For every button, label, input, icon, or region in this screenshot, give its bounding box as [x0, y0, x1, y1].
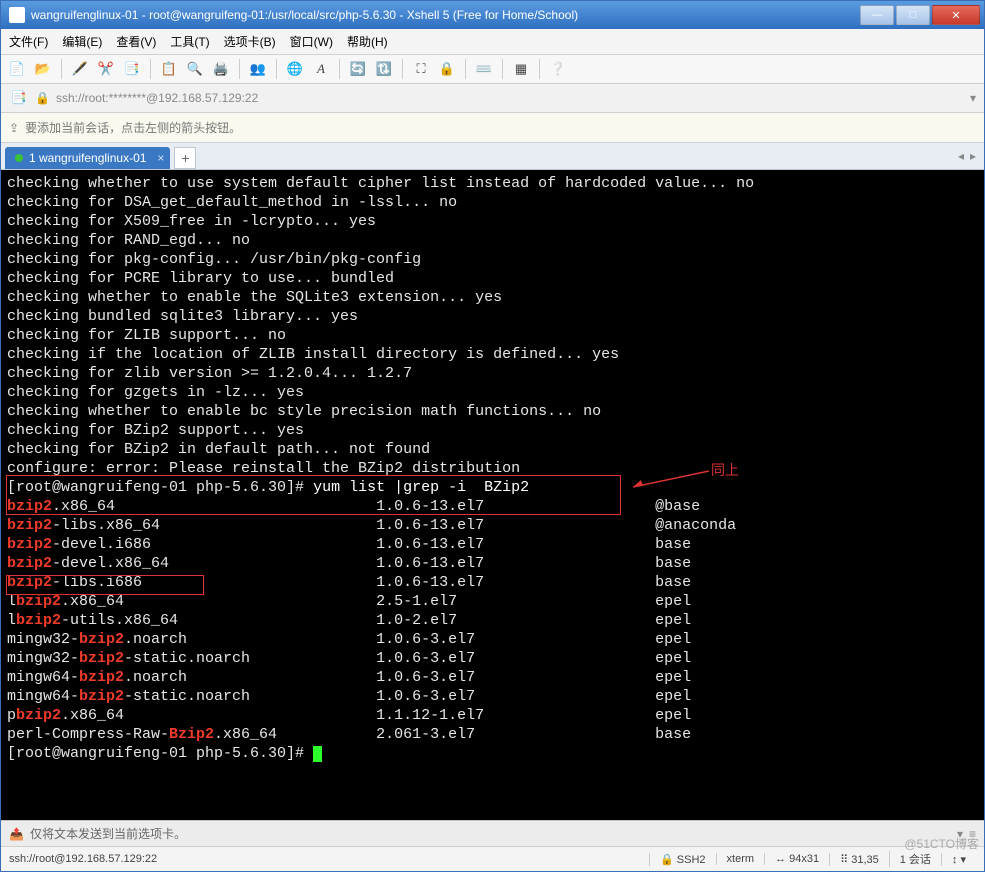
session-tab[interactable]: 1 wangruifenglinux-01 ×: [5, 147, 170, 169]
menu-window[interactable]: 窗口(W): [290, 33, 333, 50]
status-updown-icon[interactable]: ↕ ▾: [941, 853, 976, 866]
annotation-box-2: [6, 575, 204, 595]
menu-help[interactable]: 帮助(H): [347, 33, 388, 50]
session-icon[interactable]: 📑: [9, 88, 29, 108]
menu-file[interactable]: 文件(F): [9, 33, 48, 50]
address-bar: 📑 🔒 ssh://root:********@192.168.57.129:2…: [1, 84, 984, 113]
layout-icon[interactable]: ▦: [511, 59, 531, 79]
reconnect-icon[interactable]: 🖋️: [70, 59, 90, 79]
tab-prev-icon[interactable]: ◂: [958, 149, 964, 163]
send-text: 仅将文本发送到当前选项卡。: [30, 825, 186, 842]
annotation-arrow: [631, 469, 711, 489]
tab-add-button[interactable]: +: [174, 147, 196, 169]
send-bar: 📤 仅将文本发送到当前选项卡。 ▾ ≡: [1, 820, 984, 846]
new-icon[interactable]: 📄: [7, 59, 27, 79]
open-icon[interactable]: 📂: [33, 59, 53, 79]
annotation-label: 同上: [711, 462, 739, 481]
tab-label: 1 wangruifenglinux-01: [29, 151, 146, 165]
font-icon[interactable]: A: [311, 59, 331, 79]
fullscreen-icon[interactable]: ⛶: [411, 59, 431, 79]
status-dot-icon: [15, 154, 23, 162]
sync-icon[interactable]: 🔃: [374, 59, 394, 79]
terminal-output[interactable]: checking whether to use system default c…: [1, 170, 984, 820]
hint-bar: ⇪ 要添加当前会话，点击左侧的箭头按钮。: [1, 113, 984, 143]
titlebar[interactable]: wangruifenglinux-01 - root@wangruifeng-0…: [1, 1, 984, 29]
watermark: @51CTO博客: [904, 835, 979, 852]
annotation-box-1: [6, 475, 621, 515]
properties-icon[interactable]: 📑: [122, 59, 142, 79]
tabs-row: 1 wangruifenglinux-01 × + ◂ ▸: [1, 143, 984, 170]
status-sessions: 1 会话: [889, 851, 941, 867]
maximize-button[interactable]: □: [896, 5, 930, 25]
status-size: ↔ 94x31: [764, 853, 829, 865]
address-text[interactable]: ssh://root:********@192.168.57.129:22: [56, 91, 258, 105]
hint-text: 要添加当前会话，点击左侧的箭头按钮。: [25, 119, 241, 136]
menu-tools[interactable]: 工具(T): [170, 33, 209, 50]
menu-edit[interactable]: 编辑(E): [62, 33, 102, 50]
keyboard-icon[interactable]: ⌨️: [474, 59, 494, 79]
menu-view[interactable]: 查看(V): [116, 33, 156, 50]
lock-small-icon: 🔒: [35, 91, 50, 105]
menu-tabs[interactable]: 选项卡(B): [224, 33, 276, 50]
app-icon: [9, 7, 25, 23]
paste-icon[interactable]: 🔍: [185, 59, 205, 79]
tab-close-icon[interactable]: ×: [157, 151, 164, 165]
status-connection: ssh://root@192.168.57.129:22: [9, 853, 157, 865]
tab-next-icon[interactable]: ▸: [970, 149, 976, 163]
refresh-icon[interactable]: 🔄: [348, 59, 368, 79]
menubar: 文件(F) 编辑(E) 查看(V) 工具(T) 选项卡(B) 窗口(W) 帮助(…: [1, 29, 984, 55]
app-window: wangruifenglinux-01 - root@wangruifeng-0…: [0, 0, 985, 872]
status-proto: 🔒 SSH2: [649, 853, 716, 866]
dropdown-icon[interactable]: ▾: [970, 91, 976, 105]
lock-icon[interactable]: 🔒: [437, 59, 457, 79]
status-bar: ssh://root@192.168.57.129:22 🔒 SSH2 xter…: [1, 846, 984, 871]
minimize-button[interactable]: —: [860, 5, 894, 25]
arrow-icon[interactable]: ⇪: [9, 121, 19, 135]
disconnect-icon[interactable]: ✂️: [96, 59, 116, 79]
window-title: wangruifenglinux-01 - root@wangruifeng-0…: [31, 8, 860, 22]
users-icon[interactable]: 👥: [248, 59, 268, 79]
close-button[interactable]: ✕: [932, 5, 980, 25]
copy-icon[interactable]: 📋: [159, 59, 179, 79]
status-term: xterm: [716, 853, 765, 865]
status-pos: ⠿ 31,35: [829, 853, 889, 866]
globe-icon[interactable]: 🌐: [285, 59, 305, 79]
send-icon[interactable]: 📤: [9, 827, 24, 841]
toolbar: 📄 📂 🖋️ ✂️ 📑 📋 🔍 🖨️ 👥 🌐 A 🔄 🔃 ⛶ 🔒 ⌨️ ▦ ❔: [1, 55, 984, 84]
find-icon[interactable]: 🖨️: [211, 59, 231, 79]
help-icon[interactable]: ❔: [548, 59, 568, 79]
